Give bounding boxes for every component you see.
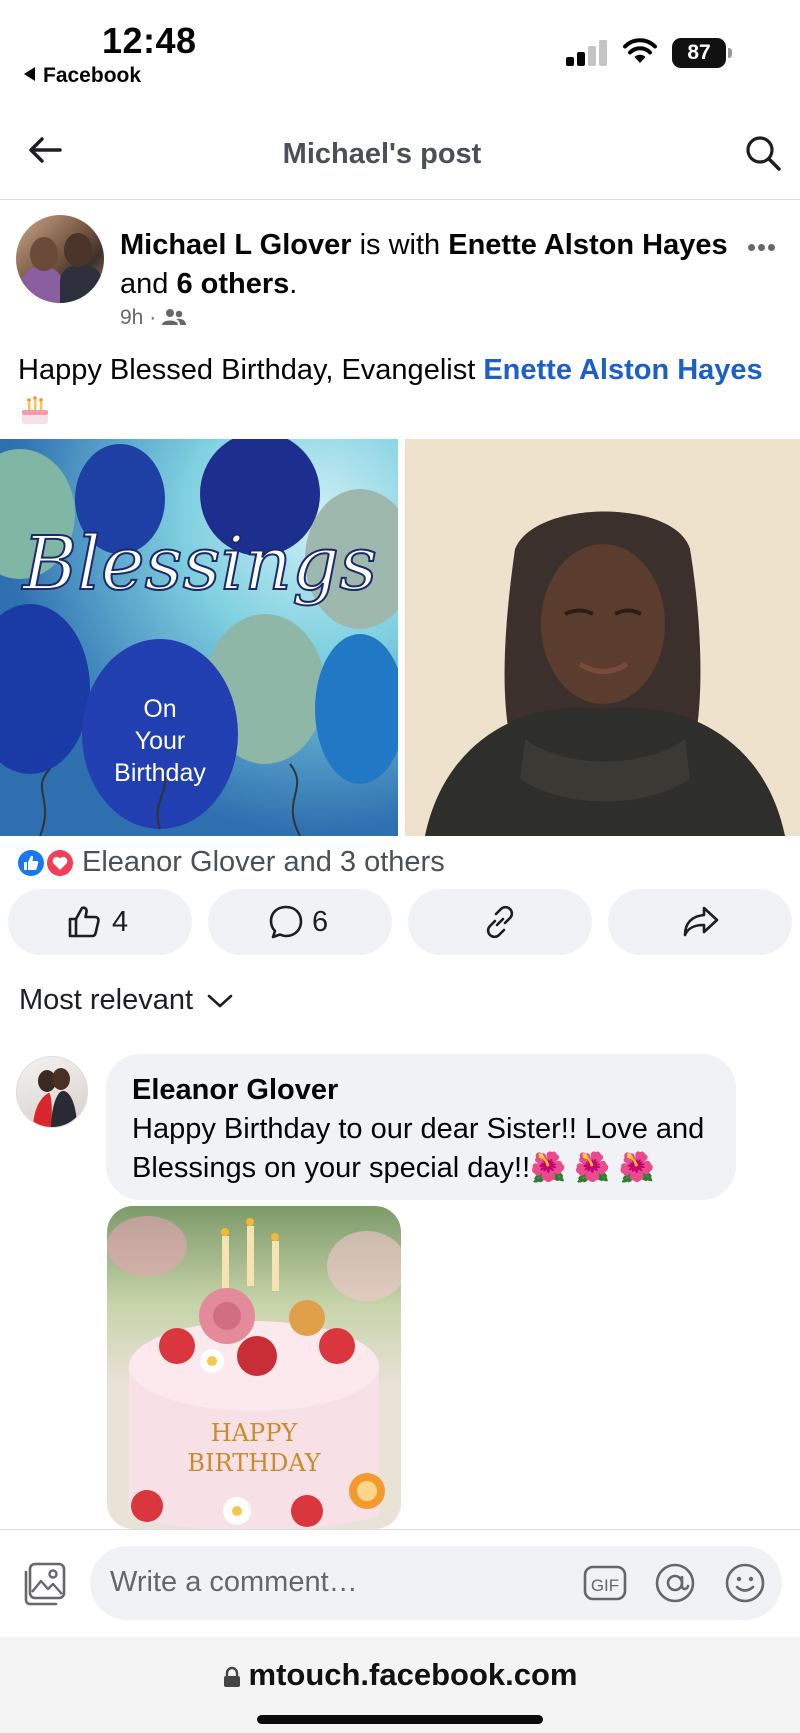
meta-separator: · (149, 306, 163, 329)
back-triangle-icon (24, 67, 35, 81)
cake-birthday-text: BIRTHDAY (187, 1449, 321, 1477)
more-options-icon[interactable] (748, 238, 778, 256)
tagged-person-link[interactable]: Enette Alston Hayes (448, 229, 727, 261)
url-display[interactable]: mtouch.facebook.com (0, 1657, 800, 1693)
emoji-icon[interactable] (723, 1563, 767, 1603)
comment-sort-dropdown[interactable]: Most relevant (19, 984, 233, 1017)
with-text: is with (359, 229, 441, 261)
headline-period: . (289, 268, 298, 300)
status-time: 12:48 (102, 20, 197, 61)
page-title: Michael's post (282, 138, 482, 170)
cake-happy-text: HAPPY (211, 1419, 299, 1447)
post-author-avatar[interactable] (16, 215, 104, 303)
back-to-facebook-link[interactable]: Facebook (24, 64, 141, 88)
battery-nub (728, 48, 732, 58)
gif-icon[interactable]: GIF (583, 1563, 627, 1603)
copy-link-button[interactable] (408, 889, 592, 955)
comment-bubble-icon (269, 905, 303, 939)
post-meta: 9h · (120, 306, 187, 330)
wifi-icon (623, 38, 657, 63)
reactions-summary[interactable]: Eleanor Glover and 3 others (82, 846, 445, 879)
commenter-photo (33, 1068, 77, 1127)
balloons-illustration: Blessings On Your Birthday (0, 439, 398, 836)
like-count: 4 (112, 906, 129, 938)
comment-placeholder: Write a comment… (110, 1566, 358, 1598)
link-icon (486, 905, 514, 939)
post-header: Michael's post (0, 100, 800, 200)
portrait-photo[interactable] (405, 439, 800, 836)
comment-count: 6 (312, 906, 329, 938)
portrait-illustration (425, 511, 785, 836)
home-indicator (257, 1715, 543, 1724)
comment-composer: Write a comment… GIF (0, 1529, 800, 1637)
search-icon[interactable] (744, 134, 782, 172)
mention-at-icon[interactable] (653, 1563, 697, 1603)
on-word: On (143, 695, 176, 723)
author-name-link[interactable]: Michael L Glover (120, 229, 352, 261)
status-bar: 12:48 Facebook 87 (0, 0, 800, 100)
birthday-cake-emoji-icon (22, 396, 48, 425)
battery-level: 87 (672, 38, 726, 68)
share-arrow-icon (683, 906, 719, 937)
photo-attach-icon[interactable] (22, 1562, 68, 1606)
comment-author-link[interactable]: Eleanor Glover (132, 1074, 338, 1107)
lock-icon (223, 1666, 240, 1687)
commenter-avatar[interactable] (16, 1056, 88, 1128)
comment-input[interactable]: Write a comment… GIF (90, 1546, 782, 1620)
your-word: Your (135, 727, 186, 755)
post-headline: Michael L Glover is with Enette Alston H… (120, 226, 730, 304)
comment-text: Happy Birthday to our dear Sister!! Love… (132, 1113, 705, 1184)
post-body: Happy Blessed Birthday, Evangelist Enett… (18, 350, 788, 430)
friends-audience-icon (162, 309, 187, 325)
battery-indicator: 87 (672, 38, 732, 68)
url-text: mtouch.facebook.com (248, 1657, 578, 1692)
birthday-word: Birthday (114, 759, 206, 787)
chevron-down-icon (207, 995, 233, 1008)
comment-bubble: Eleanor Glover Happy Birthday to our dea… (106, 1054, 736, 1200)
cake-illustration: HAPPY BIRTHDAY (107, 1216, 401, 1529)
blessings-word: Blessings (21, 521, 377, 607)
gif-label: GIF (591, 1576, 619, 1595)
back-app-label: Facebook (43, 64, 142, 87)
blessings-balloons-image[interactable]: Blessings On Your Birthday (0, 439, 398, 836)
share-button[interactable] (608, 889, 792, 955)
post-mention-link[interactable]: Enette Alston Hayes (483, 354, 762, 386)
like-button[interactable]: 4 (8, 889, 192, 955)
sort-label: Most relevant (19, 984, 194, 1016)
and-text: and (120, 268, 169, 300)
reaction-icons[interactable] (14, 845, 78, 881)
post-time[interactable]: 9h (120, 306, 143, 329)
thumbs-up-icon (68, 906, 100, 938)
birthday-cake-image[interactable]: HAPPY BIRTHDAY (107, 1206, 401, 1529)
post-text: Happy Blessed Birthday, Evangelist (18, 354, 476, 386)
browser-url-bar[interactable]: mtouch.facebook.com (0, 1637, 800, 1733)
comment-button[interactable]: 6 (208, 889, 392, 955)
others-link[interactable]: 6 others (176, 268, 289, 300)
cellular-signal-icon (566, 40, 610, 66)
